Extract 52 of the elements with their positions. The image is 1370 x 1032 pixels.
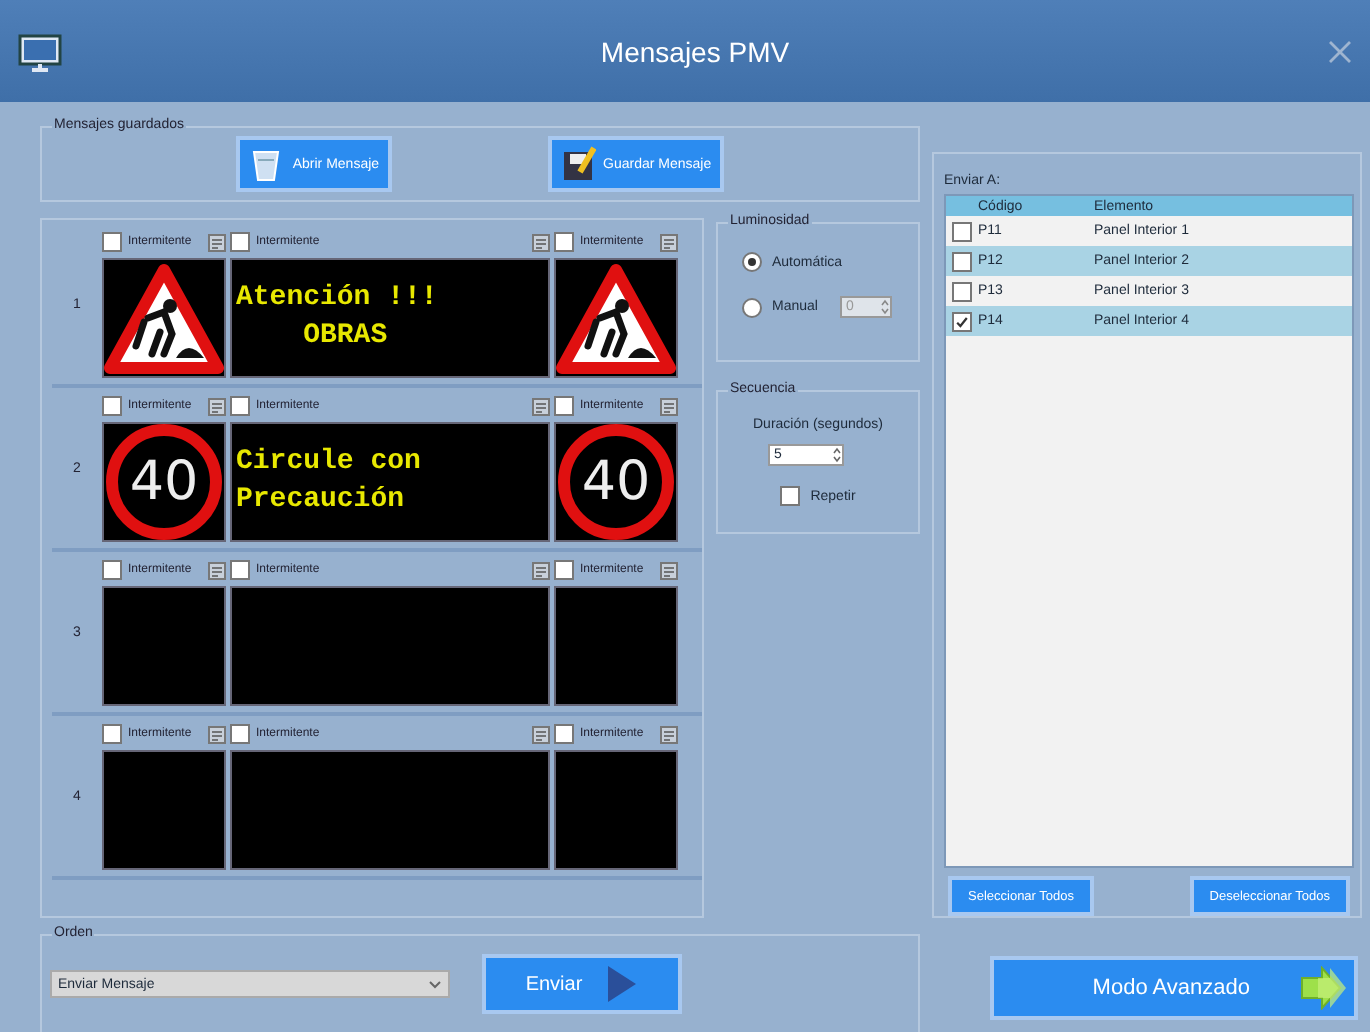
radio-button[interactable] xyxy=(742,252,762,272)
close-icon[interactable] xyxy=(1326,37,1354,65)
list-icon[interactable] xyxy=(208,725,226,743)
play-icon xyxy=(606,964,639,1004)
flashing-checkbox[interactable] xyxy=(554,232,574,252)
sign-text-line: Atención !!! xyxy=(236,280,440,318)
row-checkbox[interactable] xyxy=(952,221,972,241)
list-icon[interactable] xyxy=(532,561,550,579)
flashing-checkbox[interactable] xyxy=(554,724,574,744)
chevron-down-icon xyxy=(428,979,442,989)
flashing-checkbox[interactable] xyxy=(554,396,574,416)
send-button[interactable]: Enviar xyxy=(482,954,682,1014)
row-checkbox[interactable] xyxy=(952,311,972,331)
list-icon[interactable] xyxy=(532,233,550,251)
list-icon[interactable] xyxy=(532,725,550,743)
flashing-checkbox[interactable] xyxy=(102,232,122,252)
list-icon[interactable] xyxy=(208,561,226,579)
flashing-checkbox[interactable] xyxy=(554,560,574,580)
sign-display xyxy=(102,750,226,870)
sign-display xyxy=(102,586,226,706)
list-icon[interactable] xyxy=(208,233,226,251)
sign-text-line: Precaución xyxy=(236,482,407,520)
double-arrow-icon xyxy=(1298,966,1350,1010)
row-checkbox[interactable] xyxy=(952,251,972,271)
sign-text-line: OBRAS xyxy=(301,318,390,356)
sign-text-line: Circule con xyxy=(236,444,423,482)
flashing-checkbox[interactable] xyxy=(230,724,250,744)
flashing-checkbox[interactable] xyxy=(230,560,250,580)
sign-display xyxy=(554,586,678,706)
row-checkbox[interactable] xyxy=(952,281,972,301)
advanced-mode-button[interactable]: Modo Avanzado xyxy=(990,956,1358,1020)
speed-limit-number: 40 xyxy=(129,455,199,509)
list-icon[interactable] xyxy=(660,561,678,579)
list-icon[interactable] xyxy=(532,397,550,415)
spin-arrows-icon[interactable] xyxy=(832,446,842,464)
window-title: Mensajes PMV xyxy=(598,35,792,67)
flashing-checkbox[interactable] xyxy=(102,560,122,580)
list-icon[interactable] xyxy=(660,233,678,251)
repeat-checkbox[interactable] xyxy=(780,486,801,506)
flashing-checkbox[interactable] xyxy=(230,396,250,416)
list-icon[interactable] xyxy=(660,725,678,743)
flashing-checkbox[interactable] xyxy=(102,396,122,416)
list-icon[interactable] xyxy=(660,397,678,415)
speed-limit-number: 40 xyxy=(581,455,651,509)
spin-arrows-icon[interactable] xyxy=(879,298,890,316)
radio-button[interactable] xyxy=(742,297,762,317)
flashing-checkbox[interactable] xyxy=(102,724,122,744)
sign-display xyxy=(554,750,678,870)
computer-icon xyxy=(16,29,64,73)
floppy-pencil-icon xyxy=(559,144,596,184)
flashing-checkbox[interactable] xyxy=(230,232,250,252)
list-icon[interactable] xyxy=(208,397,226,415)
